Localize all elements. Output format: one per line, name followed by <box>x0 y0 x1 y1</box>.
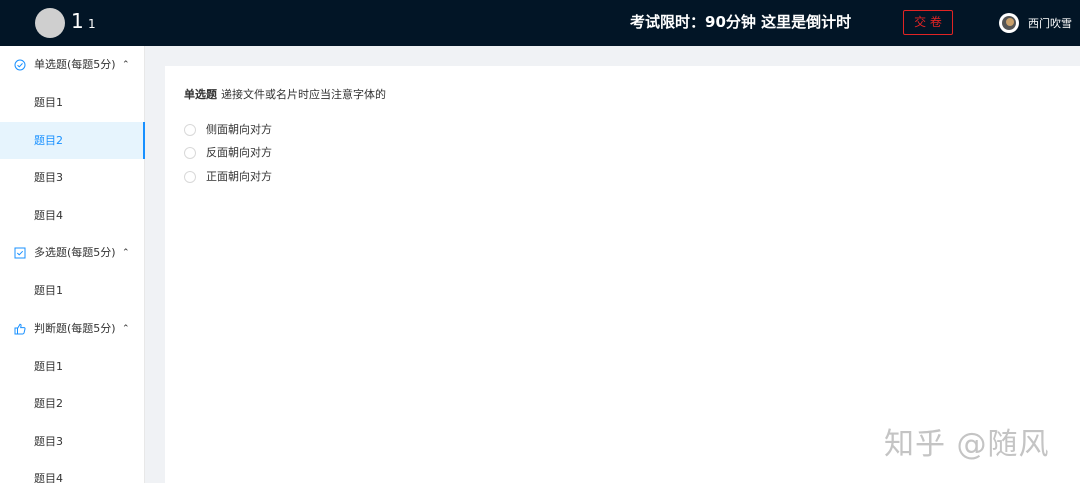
group-label: 单选题(每题5分) <box>34 58 116 71</box>
group-multiple-choice[interactable]: 多选题(每题5分) ⌃ <box>0 234 144 272</box>
item-label: 题目1 <box>34 359 63 373</box>
brand-title: 1 <box>71 9 84 33</box>
item-label: 题目3 <box>34 434 63 448</box>
radio-button[interactable] <box>184 147 196 159</box>
item-label: 题目1 <box>34 284 63 297</box>
group-true-false[interactable]: 判断题(每题5分) ⌃ <box>0 310 144 348</box>
sidebar-item-question[interactable]: 题目1 <box>0 272 144 310</box>
avatar-face-icon <box>1006 18 1014 26</box>
brand-subtitle: 1 <box>88 17 96 31</box>
check-circle-icon <box>14 59 26 71</box>
sidebar-item-question[interactable]: 题目1 <box>0 348 144 386</box>
user-name[interactable]: 西门吹雪 <box>1028 15 1072 31</box>
sidebar-item-question[interactable]: 题目3 <box>0 159 144 197</box>
submit-exam-button[interactable]: 交 卷 <box>903 10 953 35</box>
chevron-up-icon: ⌃ <box>122 248 130 258</box>
option-label: 正面朝向对方 <box>206 170 272 183</box>
group-label: 判断题(每题5分) <box>34 321 116 335</box>
question-text: 单选题 递接文件或名片时应当注意字体的 <box>184 86 386 102</box>
thumbs-up-icon <box>14 323 26 334</box>
top-header: 1 1 考试限时：90分钟 这里是倒计时 交 卷 西门吹雪 <box>0 0 1080 46</box>
sidebar-item-question[interactable]: 题目4 <box>0 197 144 235</box>
chevron-up-icon: ⌃ <box>122 323 130 334</box>
radio-button[interactable] <box>184 171 196 183</box>
item-label: 题目4 <box>34 472 63 483</box>
exam-timer: 考试限时：90分钟 这里是倒计时 <box>630 13 852 31</box>
checkbox-icon <box>14 247 26 259</box>
chevron-up-icon: ⌃ <box>122 60 130 70</box>
option-label: 反面朝向对方 <box>206 146 272 159</box>
sidebar-item-question-active[interactable]: 题目2 <box>0 121 145 159</box>
avatar[interactable] <box>999 13 1019 33</box>
item-label: 题目3 <box>34 171 63 184</box>
logo-icon <box>35 8 65 38</box>
option-label: 侧面朝向对方 <box>206 123 272 136</box>
question-sidebar: 单选题(每题5分) ⌃ 题目1 题目2 题目3 题目4 多选题(每题5分) ⌃ … <box>0 46 145 483</box>
question-stem: 递接文件或名片时应当注意字体的 <box>221 88 386 101</box>
sidebar-item-question[interactable]: 题目4 <box>0 460 144 483</box>
group-single-choice[interactable]: 单选题(每题5分) ⌃ <box>0 46 144 84</box>
item-label: 题目4 <box>34 208 63 222</box>
item-label: 题目2 <box>34 133 63 147</box>
watermark: 知乎 @随风 <box>884 427 1050 462</box>
item-label: 题目1 <box>34 96 63 109</box>
radio-button[interactable] <box>184 124 196 136</box>
sidebar-item-question[interactable]: 题目2 <box>0 385 144 423</box>
item-label: 题目2 <box>34 397 63 410</box>
question-type: 单选题 <box>184 88 217 101</box>
sidebar-item-question[interactable]: 题目1 <box>0 84 144 122</box>
sidebar-item-question[interactable]: 题目3 <box>0 423 144 461</box>
group-label: 多选题(每题5分) <box>34 246 116 259</box>
